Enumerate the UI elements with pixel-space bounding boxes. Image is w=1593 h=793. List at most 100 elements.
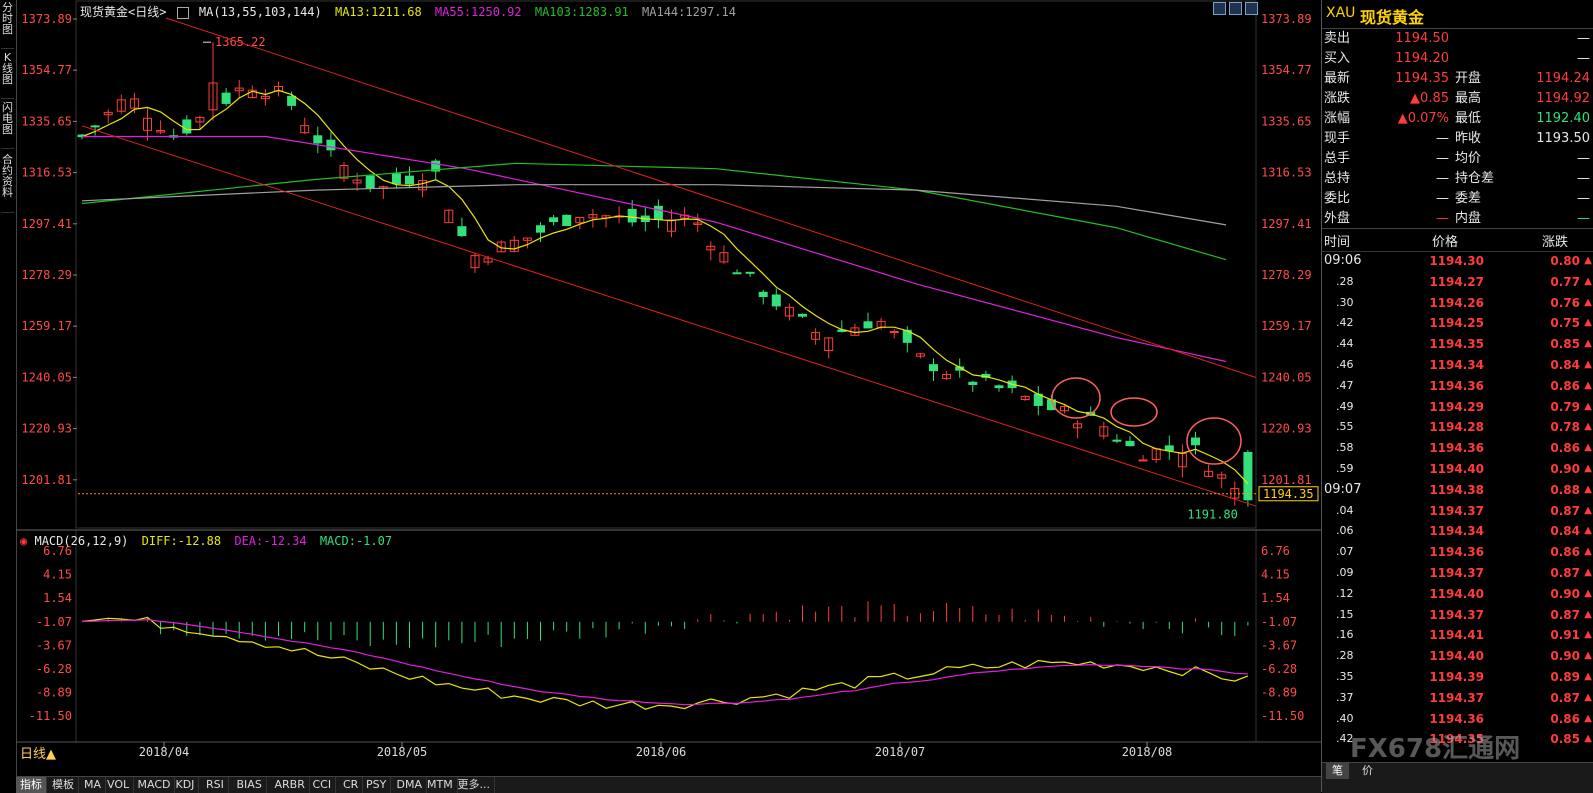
tick-time: .28	[1336, 274, 1354, 288]
up-arrow-icon: ▲	[1584, 608, 1592, 620]
tab-trades[interactable]: 笔	[1326, 763, 1349, 779]
quote-label: 持仓差	[1455, 171, 1495, 186]
tick-time: .58	[1336, 441, 1354, 455]
indicator-tab[interactable]: RSI	[202, 777, 229, 793]
indicator-tab[interactable]: CR	[339, 777, 364, 793]
tick-price: 1194.37	[1429, 690, 1484, 705]
indicator-tab[interactable]: DMA	[393, 777, 427, 793]
period-selector[interactable]: 日线▲	[20, 743, 56, 762]
tick-change: 0.89	[1550, 670, 1580, 684]
tick-change: 0.86	[1550, 441, 1580, 456]
indicator-tab[interactable]: VOL	[103, 777, 135, 793]
indicator-tab-bar: 指标 模板 MA VOL MACD KDJ RSI BIAS ARBR CCI CR PSY DMA MT…	[16, 776, 1321, 793]
quote-row: 外盘 — 内盘 —	[1322, 209, 1593, 229]
indicator-icon[interactable]	[176, 6, 189, 19]
macd-settings-icon[interactable]: ◉	[20, 534, 27, 548]
tick-price: 1194.36	[1429, 711, 1484, 726]
quote-value: 1194.92	[1536, 91, 1590, 106]
up-arrow-icon: ▲	[1584, 587, 1592, 599]
quote-header: XAU 现货黄金	[1322, 0, 1593, 29]
price-tick-left: 1316.53	[21, 166, 72, 180]
quote-value: —	[1436, 211, 1449, 226]
quote-value: —	[1577, 191, 1590, 206]
col-change: 涨跌	[1542, 235, 1569, 250]
quote-value: —	[1436, 191, 1449, 206]
tab-intraday[interactable]: 分时图	[1, 0, 14, 49]
tick-price: 1194.40	[1429, 649, 1484, 664]
quote-row: 买入 1194.20 —	[1322, 49, 1593, 69]
quote-value: 1194.20	[1395, 51, 1449, 66]
restore-icon[interactable]	[1213, 2, 1226, 15]
up-arrow-icon: ▲	[1584, 442, 1592, 454]
macd-dea: DEA:-12.34	[234, 534, 307, 548]
up-arrow-icon: ▲	[1584, 525, 1592, 537]
indicator-tab[interactable]: 指标	[16, 777, 47, 793]
macd-tick-left: -11.50	[29, 709, 72, 723]
tick-row: .06 1194.34 0.84 ▲	[1322, 521, 1593, 542]
price-tick-left: 1278.29	[21, 268, 72, 282]
candle-down	[1112, 439, 1122, 442]
tab-kline[interactable]: K线图	[1, 50, 14, 99]
tick-change: 0.86	[1550, 711, 1580, 726]
indicator-tab[interactable]: MTM	[423, 777, 458, 793]
tick-row: .15 1194.37 0.87 ▲	[1322, 605, 1593, 626]
quote-label: 开盘	[1455, 71, 1482, 86]
quote-value: ▲0.07%	[1397, 111, 1449, 126]
macd-pane-frame	[75, 529, 1257, 743]
tick-change: 0.84	[1550, 524, 1580, 539]
candle-down	[627, 208, 637, 223]
indicator-tab[interactable]: BIAS	[233, 777, 267, 793]
ma13-value: MA13:1211.68	[334, 5, 422, 19]
candle-down	[994, 385, 1004, 389]
macd-tick-right: 4.15	[1261, 568, 1290, 582]
indicator-tab[interactable]: 更多...	[454, 777, 495, 793]
tick-change: 0.91	[1550, 628, 1580, 643]
up-arrow-icon: ▲	[1584, 400, 1592, 412]
tab-price[interactable]: 价	[1356, 763, 1379, 779]
tick-price: 1194.36	[1429, 378, 1484, 393]
quote-row: 涨跌 ▲0.85 最高 1194.92	[1322, 89, 1593, 109]
quote-label: 委差	[1455, 191, 1482, 206]
close-panel-icon[interactable]	[1229, 2, 1242, 15]
macd-tick-right: -6.28	[1261, 662, 1297, 676]
quote-row: 最新 1194.35 开盘 1194.24	[1322, 69, 1593, 89]
indicator-tab[interactable]: MACD	[134, 777, 176, 793]
tick-row: .47 1194.36 0.86 ▲	[1322, 376, 1593, 397]
candle-down	[182, 119, 192, 134]
maximize-icon[interactable]	[1245, 2, 1258, 15]
up-arrow-icon: ▲	[1584, 296, 1592, 308]
tick-time: .55	[1336, 420, 1354, 434]
candle-down	[863, 321, 873, 329]
col-price: 价格	[1432, 235, 1459, 250]
tick-price: 1194.41	[1429, 628, 1484, 643]
tick-change: 0.87	[1550, 566, 1580, 580]
macd-params: MACD(26,12,9)	[34, 534, 129, 548]
candle-up	[889, 331, 899, 334]
quote-value: 1192.40	[1536, 111, 1590, 126]
tick-row: .40 1194.36 0.86 ▲	[1322, 709, 1593, 730]
quote-value: —	[1577, 31, 1590, 46]
indicator-tab[interactable]: 模板	[48, 777, 79, 793]
kline-chart[interactable]: 1373.89 1373.89 1354.77 1354.77 1335.65 1335.…	[16, 0, 1321, 776]
candle-down	[549, 217, 559, 223]
tab-contract-info[interactable]: 合约资料	[1, 152, 14, 213]
tick-time: .40	[1336, 711, 1354, 725]
quote-label: 总手	[1324, 151, 1351, 166]
tick-time: .59	[1336, 462, 1354, 475]
quote-label: 现手	[1324, 131, 1351, 146]
price-tick-right: 1259.17	[1261, 319, 1312, 333]
tick-time: .12	[1336, 586, 1354, 600]
indicator-tab[interactable]: ARBR	[271, 777, 310, 793]
quote-label: 内盘	[1455, 211, 1482, 226]
macd-title-bar: ◉ MACD(26,12,9) DIFF:-12.88 DEA:-12.34 M…	[20, 534, 392, 548]
quote-value: —	[1436, 151, 1449, 166]
tab-flash[interactable]: 闪电图	[1, 100, 14, 149]
indicator-tab[interactable]: PSY	[362, 777, 392, 793]
indicator-tab[interactable]: KDJ	[172, 777, 200, 793]
quote-row: 总持 — 持仓差 —	[1322, 169, 1593, 189]
tick-row: .30 1194.26 0.76 ▲	[1322, 293, 1593, 314]
indicator-tab[interactable]: CCI	[309, 777, 337, 793]
tick-row: .59 1194.40 0.90 ▲	[1322, 459, 1593, 480]
trendline-lower	[81, 125, 1257, 507]
quote-label: 涨幅	[1324, 111, 1351, 126]
